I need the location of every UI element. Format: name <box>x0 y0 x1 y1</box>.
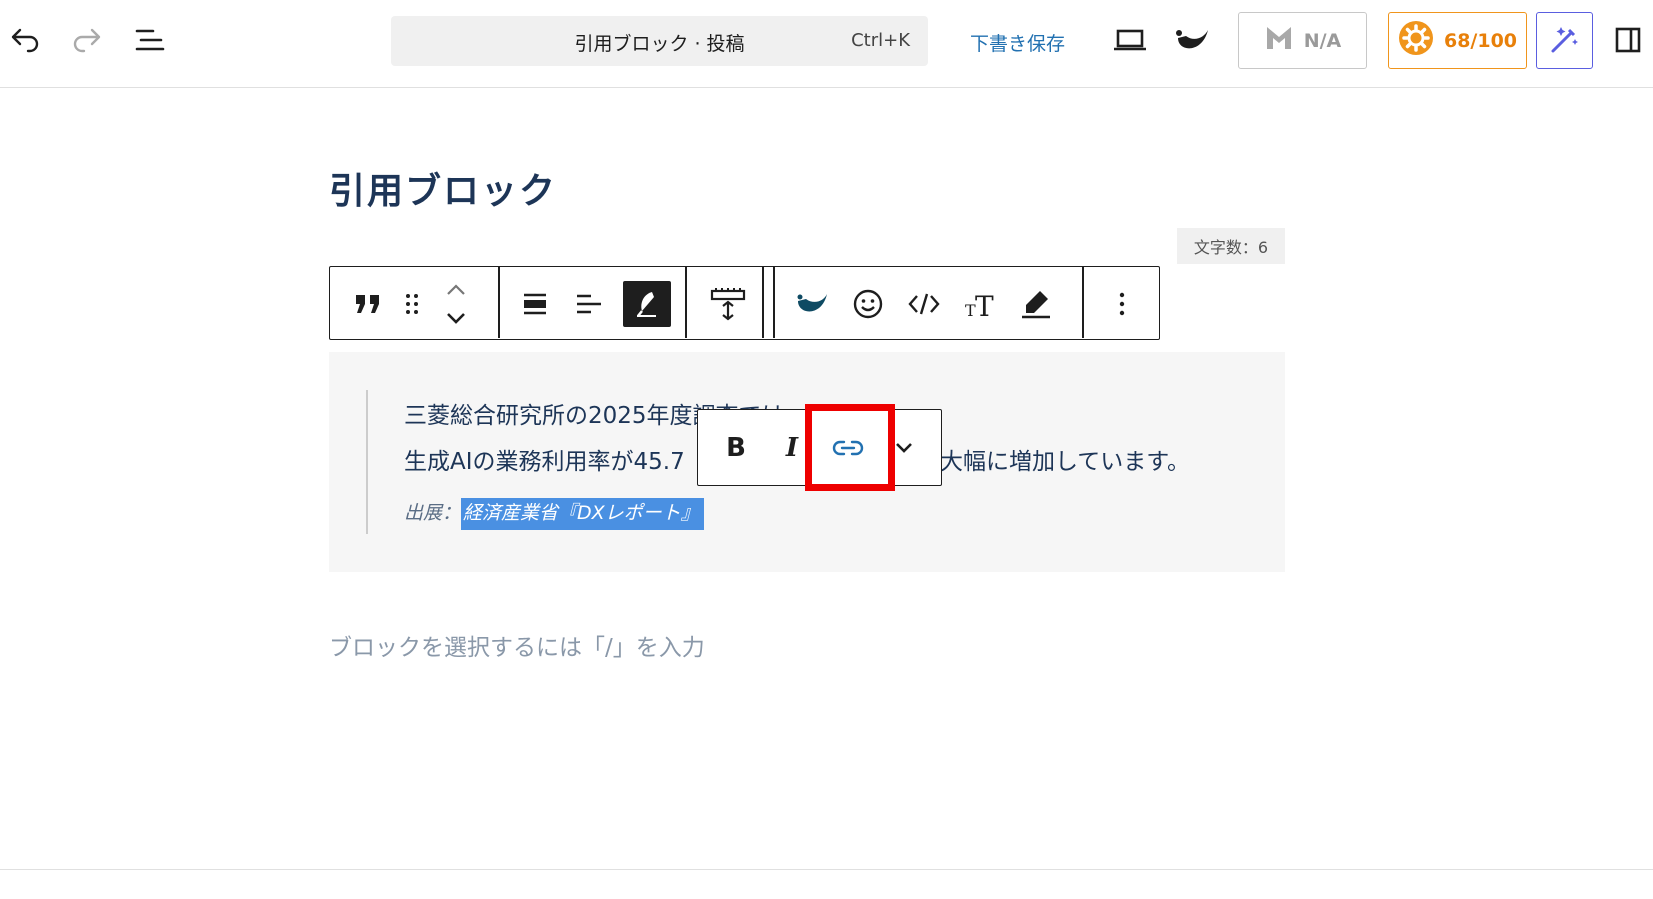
quote-border <box>366 390 368 534</box>
post-title[interactable]: 引用ブロック <box>329 162 557 214</box>
block-toolbar: TT <box>329 266 1160 340</box>
char-count-badge: 文字数：6 <box>1177 228 1285 264</box>
block-spacing-icon[interactable] <box>704 281 752 327</box>
quote-citation[interactable]: 出展： 経済産業省『DXレポート』 <box>404 498 704 530</box>
drag-handle-icon[interactable] <box>388 281 436 327</box>
brush-icon[interactable] <box>788 281 836 327</box>
pen-style-icon[interactable] <box>623 281 671 327</box>
align-left-icon[interactable] <box>565 281 613 327</box>
undo-icon[interactable] <box>5 20 45 60</box>
redo-icon[interactable] <box>67 20 107 60</box>
ai-magic-icon <box>1549 23 1581 59</box>
citation-selected-text[interactable]: 経済産業省『DXレポート』 <box>461 498 704 530</box>
bottom-divider <box>0 869 1653 870</box>
seo-analysis-button[interactable]: N/A <box>1238 12 1367 69</box>
svg-text:T: T <box>975 290 994 319</box>
score-button[interactable]: 68/100 <box>1388 12 1527 69</box>
block-placeholder[interactable]: ブロックを選択するには「/」を入力 <box>329 628 705 662</box>
sidebar-toggle-icon[interactable] <box>1608 20 1648 60</box>
citation-prefix: 出展： <box>404 502 462 524</box>
seo-icon <box>1264 24 1294 57</box>
quote-line-2-start[interactable]: 生成AIの業務利用率が45.7 <box>404 442 685 476</box>
command-title: 引用ブロック · 投稿 <box>574 33 745 55</box>
document-overview-icon[interactable] <box>130 20 170 60</box>
quote-line-2-end[interactable]: 大幅に増加しています。 <box>940 442 1190 476</box>
emoji-icon[interactable] <box>844 281 892 327</box>
score-label: 68/100 <box>1443 29 1518 52</box>
highlighter-icon[interactable] <box>1012 281 1060 327</box>
seo-label: N/A <box>1303 29 1342 52</box>
preview-laptop-icon[interactable] <box>1110 20 1150 60</box>
command-palette-button[interactable]: 引用ブロック · 投稿 Ctrl+K <box>391 16 928 66</box>
highlight-annotation-box <box>805 404 895 491</box>
editor-header: 引用ブロック · 投稿 Ctrl+K 下書き保存 N/A 68/100 <box>0 0 1653 88</box>
score-gear-icon <box>1398 20 1434 61</box>
text-size-icon[interactable]: TT <box>956 281 1004 327</box>
save-draft-button[interactable]: 下書き保存 <box>970 29 1065 56</box>
jetpack-brush-icon[interactable] <box>1172 20 1212 60</box>
move-down-icon[interactable] <box>432 305 480 331</box>
more-options-icon[interactable] <box>1098 281 1146 327</box>
code-icon[interactable] <box>900 281 948 327</box>
bold-button[interactable]: B <box>714 426 758 470</box>
quote-icon[interactable] <box>344 281 392 327</box>
command-shortcut: Ctrl+K <box>851 30 910 51</box>
ai-magic-button[interactable] <box>1536 12 1593 69</box>
move-up-icon[interactable] <box>432 277 480 303</box>
align-wide-icon[interactable] <box>511 281 559 327</box>
